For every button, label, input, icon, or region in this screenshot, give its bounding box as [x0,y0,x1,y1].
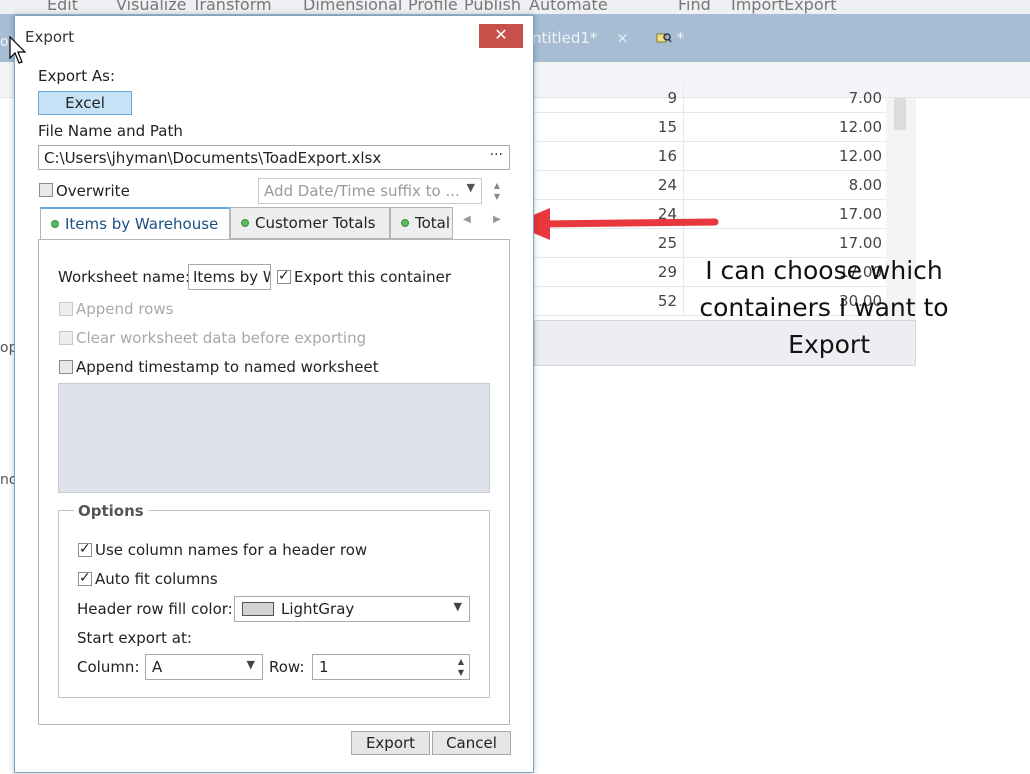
tab-label: Items by Warehouse [65,215,219,233]
datetime-suffix-select[interactable]: Add Date/Time suffix to ... ▼ [258,178,482,204]
append-rows-label: Append rows [76,300,174,318]
export-as-excel-button[interactable]: Excel [38,91,132,115]
file-name-label: File Name and Path [38,122,183,140]
menu-edit[interactable]: Edit [47,0,78,14]
dialog-title: Export [25,28,75,46]
query-icon [656,25,672,43]
table-row[interactable]: 9 7.00 [534,84,886,113]
menu-dimensional[interactable]: Dimensional [303,0,402,14]
use-column-names-checkbox[interactable] [78,541,92,557]
menu-find[interactable]: Find [678,0,711,14]
tab-scroll-left-icon[interactable]: ◀ [463,214,471,225]
annotation-line: containers I want to [699,293,949,322]
export-dialog: Export ✕ Export As: Excel File Name and … [14,15,534,773]
status-dot-icon [401,219,409,227]
worksheet-preview-area [58,383,490,493]
close-icon[interactable]: × [616,29,629,47]
row-stepper[interactable]: 1 ▲ ▼ [312,654,470,680]
row-value: 1 [319,658,329,676]
use-column-names-label: Use column names for a header row [95,541,368,559]
options-title: Options [74,502,148,520]
export-container-checkbox[interactable] [277,268,291,284]
overwrite-checkbox[interactable] [39,183,53,197]
fill-color-label: Header row fill color: [77,600,233,618]
menu-profile[interactable]: Profile [408,0,458,14]
tab-items-by-warehouse[interactable]: Items by Warehouse [40,207,230,240]
chevron-down-icon: ▼ [246,658,255,671]
chevron-down-icon: ▼ [466,181,475,194]
row-label: Row: [269,658,305,676]
tab-customer-totals[interactable]: Customer Totals [230,207,390,239]
grid-cell: 7.00 [848,89,882,107]
grid-cell: 8.00 [848,176,882,194]
grid-cell: 9 [534,84,684,113]
grid-cell: 12.00 [839,118,882,136]
annotation-text: I can choose which containers I want to … [688,252,960,363]
menu-bar: Edit Visualize Transform Dimensional Pro… [0,0,1030,14]
suffix-spinner[interactable]: ▲ ▼ [486,178,508,204]
mouse-cursor-icon [9,36,27,64]
annotation-arrow [512,208,719,240]
export-as-label: Export As: [38,67,115,85]
auto-fit-checkbox[interactable] [78,570,92,586]
table-row[interactable]: 15 12.00 [534,113,886,142]
menu-visualize[interactable]: Visualize [116,0,186,14]
annotation-line: I can choose which [705,256,943,285]
file-path-input[interactable]: C:\Users\jhyman\Documents\ToadExport.xls… [38,145,510,170]
worksheet-name-label: Worksheet name: [58,268,191,286]
tab-total[interactable]: Total [390,207,453,239]
auto-fit-label: Auto fit columns [95,570,218,588]
stepper-arrows-icon[interactable]: ▲ ▼ [458,656,464,678]
column-value: A [152,658,163,676]
close-icon: ✕ [494,25,508,44]
table-row[interactable]: 24 8.00 [534,171,886,200]
append-timestamp-checkbox[interactable] [59,360,73,374]
export-button[interactable]: Export [351,731,430,755]
status-dot-icon [51,220,59,228]
start-export-label: Start export at: [77,629,192,647]
grid-cell: 29 [534,258,684,287]
worksheet-name-input[interactable]: Items by Warehouse [188,264,271,290]
cancel-button[interactable]: Cancel [432,731,511,755]
grid-cell: 12.00 [839,147,882,165]
column-label: Column: [77,658,140,676]
doc-tab-label: * [676,29,685,47]
file-path-value: C:\Users\jhyman\Documents\ToadExport.xls… [44,149,382,167]
clear-data-checkbox[interactable] [59,331,73,345]
worksheet-name-value: Items by Warehouse [193,268,270,286]
grid-cell: 15 [534,113,684,142]
clear-data-label: Clear worksheet data before exporting [76,329,367,347]
overwrite-label: Overwrite [56,182,130,200]
doc-tab-untitled1[interactable]: ntitled1* × [524,24,637,52]
grid-cell: 52 [534,287,684,316]
menu-publish[interactable]: Publish [464,0,521,14]
append-rows-checkbox[interactable] [59,302,73,316]
grid-cell: 24 [534,171,684,200]
column-select[interactable]: A ▼ [145,654,263,680]
export-container-label: Export this container [294,268,452,286]
grid-cell: 16 [534,142,684,171]
datetime-suffix-placeholder: Add Date/Time suffix to ... [264,182,460,200]
append-timestamp-label: Append timestamp to named worksheet [76,358,379,376]
menu-transform[interactable]: Transform [192,0,272,14]
doc-tab-label: ntitled1* [532,29,598,47]
color-swatch [242,602,274,616]
menu-importexport[interactable]: ImportExport [731,0,836,14]
table-row[interactable]: 16 12.00 [534,142,886,171]
tab-scroll-right-icon[interactable]: ▶ [493,214,501,225]
annotation-line: Export [788,330,870,359]
tab-label: Customer Totals [255,214,376,232]
browse-button[interactable]: ··· [490,147,503,163]
tab-label: Total [415,214,451,232]
close-button[interactable]: ✕ [479,24,523,48]
status-dot-icon [241,219,249,227]
menu-automate[interactable]: Automate [529,0,608,14]
background-left-edge: o op no [0,34,17,774]
chevron-down-icon: ▼ [453,600,462,613]
scrollbar-thumb[interactable] [894,98,906,130]
doc-tab-query[interactable]: * [648,24,692,52]
fill-color-select[interactable]: LightGray ▼ [234,596,470,622]
fill-color-value: LightGray [281,600,355,618]
